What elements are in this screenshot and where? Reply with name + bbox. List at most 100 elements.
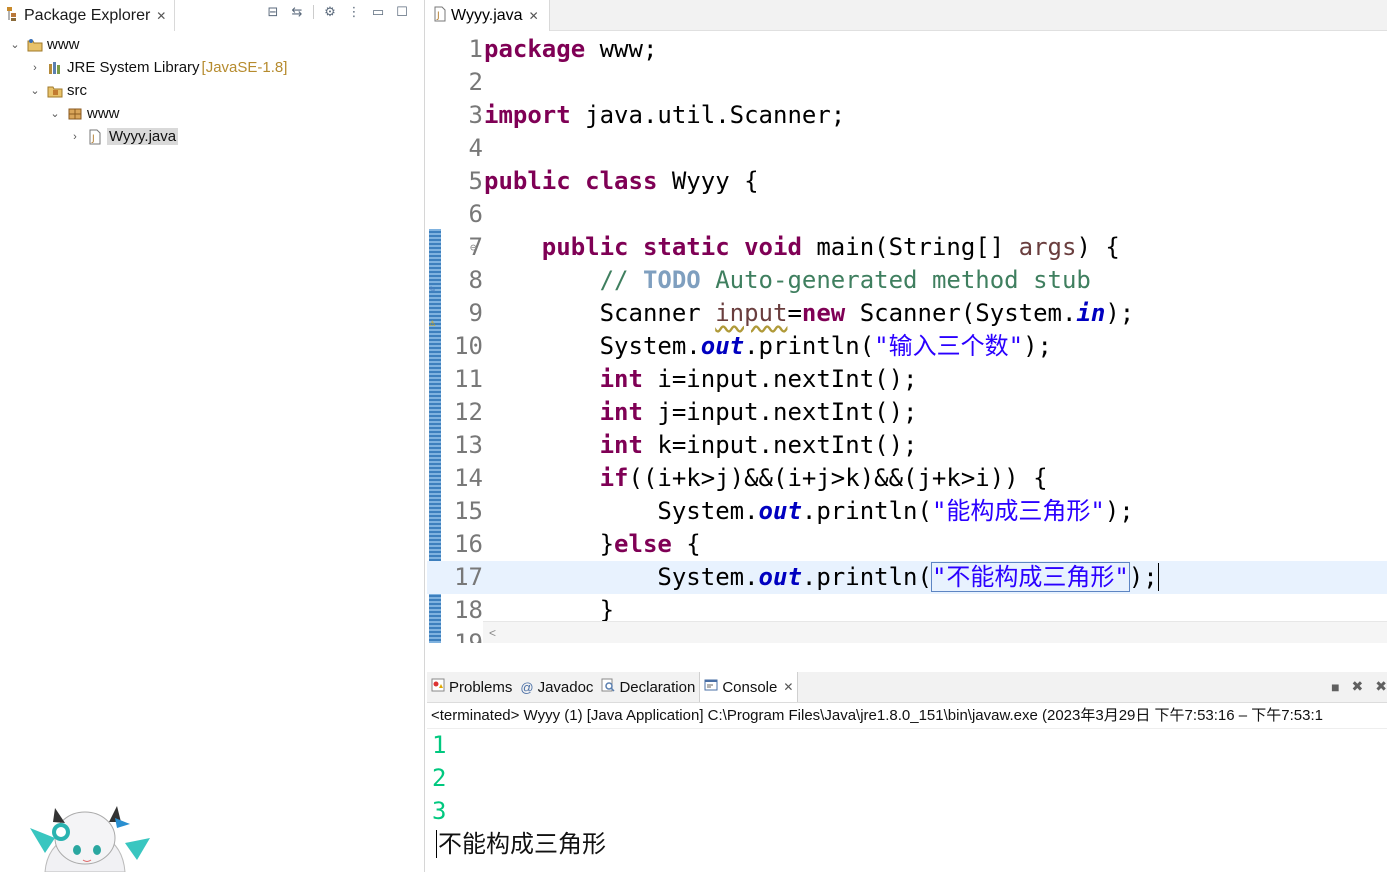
view-menu-icon[interactable]: ⋮: [346, 4, 362, 20]
java-project-icon: [26, 37, 44, 53]
code-line: 6: [427, 198, 1387, 231]
tab-javadoc[interactable]: @ Javadoc: [516, 672, 597, 702]
chevron-down-icon[interactable]: ⌄: [48, 107, 62, 120]
jre-version-decoration: [JavaSE-1.8]: [201, 59, 288, 76]
code-line: 2: [427, 66, 1387, 99]
editor-tabbar: J Wyyy.java ✕: [427, 0, 1387, 31]
tab-package-explorer[interactable]: Package Explorer ✕: [0, 0, 175, 31]
line-number: 6: [468, 200, 483, 228]
bottom-tabbar: Problems @ Javadoc Declaration Console ✕…: [427, 672, 1387, 703]
code-text: www;: [585, 35, 658, 63]
tab-label: Console: [722, 678, 778, 696]
line-number: 1: [468, 35, 483, 63]
close-icon[interactable]: ✕: [529, 9, 539, 23]
code-text: Scanner(System.: [845, 299, 1077, 327]
comment: Auto-generated method stub: [700, 266, 1091, 294]
code-text: }: [599, 530, 615, 558]
keyword: package: [484, 35, 586, 63]
line-number: 9: [468, 299, 483, 327]
tree-item-project[interactable]: ⌄ www: [0, 33, 424, 56]
console-view-stack: Problems @ Javadoc Declaration Console ✕…: [427, 672, 1387, 872]
minimize-icon[interactable]: ▭: [370, 4, 386, 20]
keyword: new: [801, 299, 846, 327]
keyword: if: [599, 464, 629, 492]
console-icon: [704, 678, 718, 696]
code-text: System.: [599, 332, 701, 360]
code-text: {: [671, 530, 701, 558]
keyword: int: [599, 365, 643, 393]
line-number: 19: [454, 629, 483, 643]
code-line: 16 }else {: [427, 528, 1387, 561]
keyword: public: [541, 233, 629, 261]
svg-text:J: J: [436, 11, 440, 21]
line-number: 10: [454, 332, 483, 360]
static-field: out: [758, 497, 802, 525]
variable: input: [715, 299, 788, 327]
code-line: 15 System.out.println("能构成三角形");: [427, 495, 1387, 528]
fold-collapse-icon[interactable]: ⊖: [470, 231, 477, 264]
code-line: 14 if((i+k>j)&&(i+j>k)&&(j+k>i)) {: [427, 462, 1387, 495]
tab-label: Javadoc: [537, 678, 594, 696]
tree-item-file[interactable]: › J Wyyy.java: [0, 125, 424, 148]
code-line: 7 ⊖ public static void main(String[] args…: [427, 231, 1387, 264]
keyword: class: [585, 167, 658, 195]
keyword: static: [642, 233, 730, 261]
keyword: else: [614, 530, 672, 558]
keyword: void: [744, 233, 802, 261]
filter-icon[interactable]: ⚙: [322, 4, 338, 20]
code-line: 13 int k=input.nextInt();: [427, 429, 1387, 462]
line-number: 12: [454, 398, 483, 426]
code-text: );: [1128, 563, 1159, 591]
toolbar-separator: [313, 5, 314, 19]
collapse-all-icon[interactable]: ⊟: [265, 4, 281, 20]
line-number: 7: [468, 233, 483, 261]
link-with-editor-icon[interactable]: ⇆: [289, 4, 305, 20]
chevron-right-icon[interactable]: ›: [28, 62, 42, 74]
code-text: main(String[]: [801, 233, 1019, 261]
keyword: int: [599, 398, 643, 426]
line-number: 4: [468, 134, 483, 162]
source-folder-icon: [46, 83, 64, 99]
code-text: System.: [657, 497, 759, 525]
code-line: ⚠ 9 Scanner input=new Scanner(System.in);: [427, 297, 1387, 330]
tab-wyyy-java[interactable]: J Wyyy.java ✕: [427, 0, 550, 31]
line-number: 16: [454, 530, 483, 558]
tree-item-src[interactable]: ⌄ src: [0, 79, 424, 102]
code-line: ✎ 8 // TODO Auto-generated method stub: [427, 264, 1387, 297]
tree-item-package[interactable]: ⌄ www: [0, 102, 424, 125]
tab-label: Package Explorer: [24, 6, 151, 24]
console-output-line[interactable]: 不能构成三角形: [427, 828, 1387, 861]
tree-item-jre[interactable]: › JRE System Library [JavaSE-1.8]: [0, 56, 424, 79]
chevron-down-icon[interactable]: ⌄: [8, 38, 22, 51]
library-icon: [46, 60, 64, 76]
tree-item-label: www: [87, 105, 120, 122]
chevron-down-icon[interactable]: ⌄: [28, 84, 42, 97]
todo-tag: TODO: [642, 266, 701, 294]
mascot-image: [25, 798, 155, 872]
code-text: );: [1023, 332, 1052, 360]
scroll-left-icon[interactable]: <: [489, 626, 496, 640]
console-input-line: 2: [432, 764, 447, 792]
chevron-right-icon[interactable]: ›: [68, 131, 82, 143]
static-field: out: [758, 563, 802, 591]
horizontal-scrollbar[interactable]: <: [483, 621, 1387, 643]
remove-all-terminated-icon[interactable]: ✖: [1375, 678, 1387, 695]
code-text: =: [787, 299, 802, 327]
close-icon[interactable]: ✕: [156, 9, 166, 23]
tab-declaration[interactable]: Declaration: [597, 672, 699, 702]
problems-icon: [431, 678, 445, 696]
close-icon[interactable]: ✕: [783, 680, 793, 694]
remove-launch-icon[interactable]: ✖: [1352, 678, 1364, 695]
string-literal: "输入三个数": [874, 332, 1024, 360]
maximize-icon[interactable]: ☐: [394, 4, 410, 20]
tab-console[interactable]: Console ✕: [699, 672, 799, 702]
terminate-icon[interactable]: ■: [1331, 679, 1339, 695]
code-text-area[interactable]: 1 package www; 2 3 import java.util.Scanne…: [427, 33, 1387, 643]
tab-problems[interactable]: Problems: [427, 672, 516, 702]
project-tree: ⌄ www › JRE System Library [JavaSE-1.8] …: [0, 33, 424, 148]
console-process-label: <terminated> Wyyy (1) [Java Application]…: [427, 703, 1387, 729]
code-line: 3 import java.util.Scanner;: [427, 99, 1387, 132]
comment: //: [599, 266, 643, 294]
code-text: Scanner: [599, 299, 716, 327]
tab-label: Declaration: [619, 678, 696, 696]
